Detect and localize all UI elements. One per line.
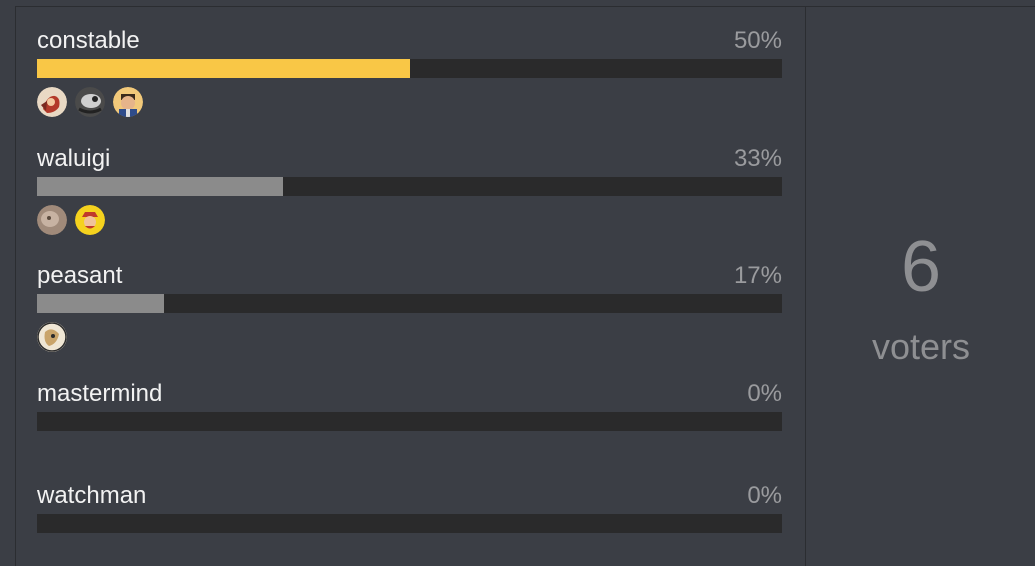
option-percent: 0% <box>747 380 782 407</box>
option-header: mastermind 0% <box>37 378 782 414</box>
option-bar-track <box>37 514 782 533</box>
option-header: watchman 0% <box>37 480 782 516</box>
option-label: mastermind <box>37 380 163 407</box>
option-percent: 33% <box>733 145 782 172</box>
voter-avatar[interactable] <box>75 87 105 117</box>
voter-avatar[interactable] <box>37 322 67 352</box>
option-percent: 50% <box>733 27 782 54</box>
option-label: waluigi <box>37 145 111 172</box>
option-label: constable <box>37 27 140 54</box>
poll-option-watchman[interactable]: watchman 0% <box>37 480 782 533</box>
poll-option-waluigi[interactable]: waluigi 33% <box>37 143 782 235</box>
option-bar-track <box>37 294 782 313</box>
voter-summary: 6 voters <box>806 7 1035 566</box>
option-percent: 17% <box>733 262 782 289</box>
voter-count-label: voters <box>871 326 971 367</box>
option-voters <box>37 322 67 352</box>
option-header: constable 50% <box>37 25 782 61</box>
option-label: peasant <box>37 262 123 289</box>
option-label: watchman <box>37 482 147 509</box>
option-voters <box>37 87 143 117</box>
poll-option-peasant[interactable]: peasant 17% <box>37 260 782 352</box>
option-bar-fill <box>37 59 410 78</box>
voter-avatar[interactable] <box>37 87 67 117</box>
option-percent: 0% <box>747 482 782 509</box>
option-voters <box>37 205 105 235</box>
option-bar-track <box>37 412 782 431</box>
voter-avatar[interactable] <box>75 205 105 235</box>
voter-avatar[interactable] <box>37 205 67 235</box>
poll-options: constable 50% waluigi 33% peasant 17% ma… <box>16 7 806 566</box>
option-header: peasant 17% <box>37 260 782 296</box>
poll-option-constable[interactable]: constable 50% <box>37 25 782 117</box>
option-bar-fill <box>37 177 283 196</box>
voter-count: 6 <box>900 227 942 307</box>
poll-option-mastermind[interactable]: mastermind 0% <box>37 378 782 431</box>
option-header: waluigi 33% <box>37 143 782 179</box>
voter-avatar[interactable] <box>113 87 143 117</box>
option-bar-track <box>37 177 782 196</box>
option-bar-fill <box>37 294 164 313</box>
option-bar-track <box>37 59 782 78</box>
poll-results: constable 50% waluigi 33% peasant 17% ma… <box>15 6 1035 566</box>
